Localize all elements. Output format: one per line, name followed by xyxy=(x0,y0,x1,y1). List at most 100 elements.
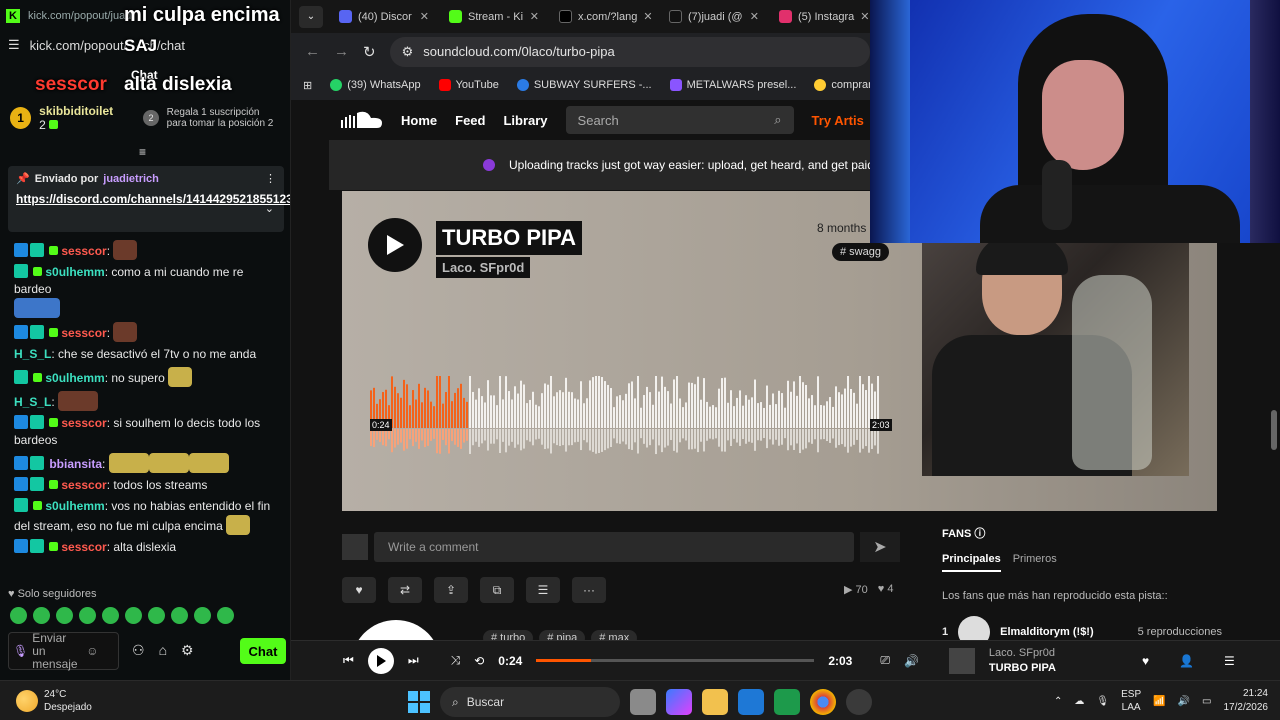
add-to-playlist-button[interactable]: ☰ xyxy=(526,577,560,603)
word-icon[interactable] xyxy=(738,689,764,715)
browser-tab[interactable]: Stream - Ki ✕ xyxy=(439,0,549,33)
browser-tab[interactable]: (5) Instagra ✕ xyxy=(769,0,879,33)
apps-icon[interactable]: ⊞ xyxy=(303,79,312,92)
player-artwork[interactable] xyxy=(948,647,975,674)
emote-bar[interactable] xyxy=(10,607,234,624)
waveform-reflection xyxy=(643,429,645,444)
store-icon[interactable]: ⌂ xyxy=(159,642,167,659)
cloud-icon[interactable]: ☁ xyxy=(1074,696,1084,707)
chat-send-button[interactable]: Chat xyxy=(240,638,286,664)
bookmark[interactable]: SUBWAY SURFERS -... xyxy=(516,79,652,91)
copy-link-button[interactable]: ⧉ xyxy=(480,577,514,603)
chrome-icon[interactable] xyxy=(810,689,836,715)
file-explorer-icon[interactable] xyxy=(702,689,728,715)
play-button[interactable] xyxy=(368,218,422,272)
tab-search-icon[interactable]: ⌄ xyxy=(299,5,323,28)
try-artist-link[interactable]: Try Artis xyxy=(812,113,864,128)
users-icon[interactable]: ⚇ xyxy=(132,642,145,659)
player-current-time: 0:24 xyxy=(498,653,523,668)
chevron-up-icon[interactable]: ⌃ xyxy=(1054,696,1062,707)
repost-button[interactable]: ⇄ xyxy=(388,577,422,603)
shuffle-icon[interactable]: ⤨ xyxy=(451,653,461,668)
share-button[interactable]: ⇪ xyxy=(434,577,468,603)
nav-feed[interactable]: Feed xyxy=(455,113,485,128)
emote-icon xyxy=(108,453,149,473)
comment-input[interactable]: Write a comment xyxy=(374,532,854,562)
track-artist[interactable]: Laco. SFpr0d xyxy=(436,257,531,278)
bookmark[interactable]: METALWARS presel... xyxy=(669,79,796,91)
tab-primeros[interactable]: Primeros xyxy=(1013,553,1057,572)
excel-icon[interactable] xyxy=(774,689,800,715)
pinned-link[interactable]: https://discord.com/channels/14144295218… xyxy=(16,191,290,208)
bookmark[interactable]: YouTube xyxy=(438,79,499,91)
pinned-by[interactable]: juadietrich xyxy=(103,173,159,185)
back-icon[interactable]: ← xyxy=(305,43,320,60)
search-icon[interactable]: ⌕ xyxy=(774,112,781,128)
volume-icon[interactable]: 🔊 xyxy=(904,654,919,668)
tab-principales[interactable]: Principales xyxy=(942,553,1001,572)
forward-icon[interactable]: → xyxy=(334,43,349,60)
like-icon[interactable]: ♥ xyxy=(1142,654,1149,668)
mic-icon[interactable]: 🎙 xyxy=(13,644,28,658)
browser-tab[interactable]: (40) Discor ✕ xyxy=(329,0,439,33)
waveform-reflection xyxy=(766,429,768,449)
like-button[interactable]: ♥ xyxy=(342,577,376,603)
genre-tag[interactable]: # swagg xyxy=(832,243,889,261)
waveform-reflection xyxy=(616,429,618,444)
soundcloud-logo-icon[interactable] xyxy=(341,111,383,129)
weather-widget[interactable]: 24°C Despejado xyxy=(0,688,260,714)
site-info-icon[interactable]: ⚙ xyxy=(402,44,414,60)
repeat-icon[interactable]: ⟲ xyxy=(474,654,484,668)
player-artist[interactable]: Laco. SFpr0d xyxy=(989,647,1056,659)
waveform[interactable] xyxy=(370,376,890,456)
chat-input[interactable]: 🎙 Enviar un mensaje ☺ xyxy=(8,631,119,670)
start-icon[interactable] xyxy=(408,691,430,713)
chat-message: H_S_L: xyxy=(14,391,282,411)
url-field[interactable]: ⚙ soundcloud.com/0laco/turbo-pipa xyxy=(389,36,870,67)
emoji-icon[interactable]: ☺ xyxy=(86,644,98,658)
waveform-reflection xyxy=(415,429,417,442)
copilot-icon[interactable] xyxy=(666,689,692,715)
gear-icon[interactable]: ⚙ xyxy=(181,642,194,659)
volume-icon[interactable]: 🔊 xyxy=(1178,696,1190,707)
collapse-icon[interactable]: ≡ xyxy=(139,145,146,159)
waveform-bar xyxy=(472,391,474,428)
cast-icon[interactable]: ⎚ xyxy=(880,653,890,668)
unpin-icon[interactable]: ⋮ xyxy=(265,172,276,185)
waveform-reflection xyxy=(781,429,783,445)
play-pause-button[interactable] xyxy=(367,647,394,674)
settings-icon[interactable]: ☰ xyxy=(8,37,20,53)
language-indicator[interactable]: ESP LAA xyxy=(1121,688,1141,714)
scrollbar[interactable] xyxy=(1271,410,1277,450)
search-input[interactable]: Search ⌕ xyxy=(565,106,794,134)
waveform-bar xyxy=(766,385,768,428)
nav-home[interactable]: Home xyxy=(401,113,437,128)
waveform-reflection xyxy=(724,429,726,452)
bookmark[interactable]: (39) WhatsApp xyxy=(330,79,421,91)
gift-prompt[interactable]: Regala 1 suscripción para tomar la posic… xyxy=(167,107,282,129)
obs-icon[interactable] xyxy=(846,689,872,715)
upload-banner[interactable]: Uploading tracks just got way easier: up… xyxy=(329,140,889,190)
clock[interactable]: 21:24 17/2/2026 xyxy=(1224,687,1269,715)
bookmark[interactable]: comprar xyxy=(814,79,872,91)
follow-icon[interactable]: 👤 xyxy=(1179,654,1194,668)
chevron-down-icon[interactable]: ⌄ xyxy=(265,202,274,215)
browser-tab[interactable]: x.com/?lang ✕ xyxy=(549,0,659,33)
reload-icon[interactable]: ↻ xyxy=(363,43,376,61)
browser-tab[interactable]: (7)juadi (@ ✕ xyxy=(659,0,769,33)
progress-bar[interactable] xyxy=(536,659,815,662)
send-icon[interactable]: ➤ xyxy=(860,532,900,562)
close-icon: ✕ xyxy=(643,11,653,23)
more-button[interactable]: ··· xyxy=(572,577,606,603)
task-view-icon[interactable] xyxy=(630,689,656,715)
wifi-icon[interactable]: 📶 xyxy=(1153,696,1165,707)
waveform-reflection xyxy=(373,429,375,448)
taskbar-search[interactable]: ⌕ Buscar xyxy=(440,687,620,717)
previous-icon[interactable]: ⏮ xyxy=(343,653,354,668)
queue-icon[interactable]: ☰ xyxy=(1224,654,1235,668)
battery-icon[interactable]: ▭ xyxy=(1202,696,1211,707)
next-icon[interactable]: ⏭ xyxy=(408,653,419,668)
nav-library[interactable]: Library xyxy=(503,113,547,128)
mic-icon[interactable]: 🎙 xyxy=(1096,696,1109,707)
player-title[interactable]: TURBO PIPA xyxy=(989,662,1056,674)
